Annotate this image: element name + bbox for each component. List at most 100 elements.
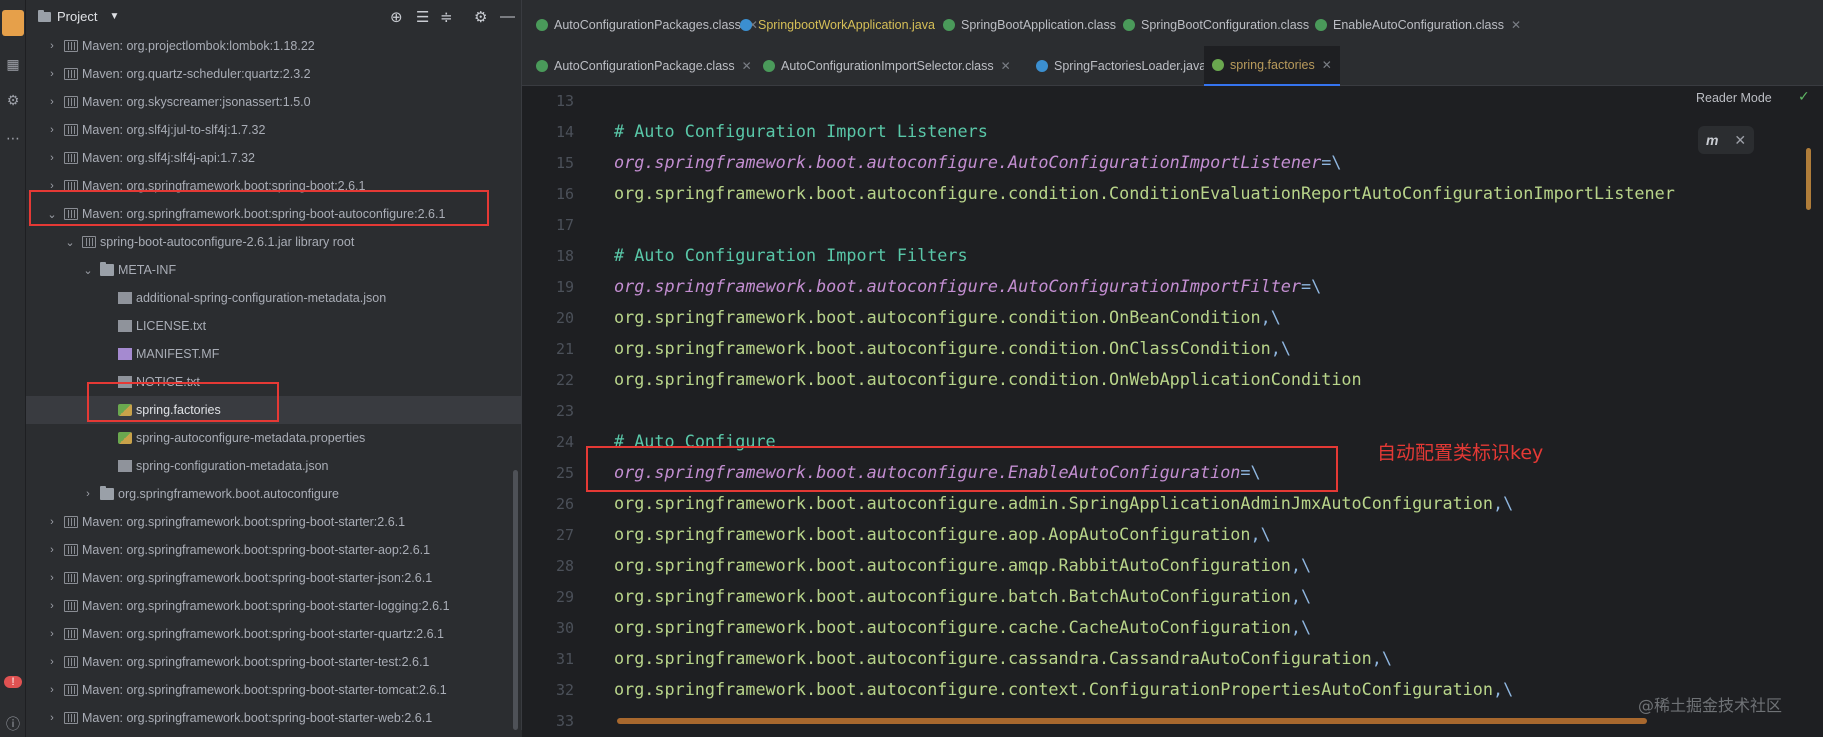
tree-item[interactable]: › Maven: org.springframework.boot:spring-… — [26, 592, 521, 620]
tab-label: SpringBootConfiguration.class — [1141, 18, 1310, 32]
close-icon[interactable]: ✕ — [1511, 18, 1521, 32]
project-tool-icon[interactable] — [2, 10, 24, 36]
tree-item[interactable]: ⌄ Maven: org.springframework.boot:spring-… — [26, 200, 521, 228]
lib-icon — [64, 544, 78, 556]
chevron-right-icon[interactable]: › — [46, 572, 58, 584]
hide-panel-icon[interactable]: — — [500, 8, 515, 25]
code-comment: # Auto Configuration Import Listeners — [614, 121, 988, 141]
tree-item[interactable]: › Maven: org.springframework.boot:spring-… — [26, 536, 521, 564]
tab-label: SpringBootApplication.class — [961, 18, 1116, 32]
chevron-right-icon[interactable]: › — [46, 516, 58, 528]
git-tool-icon[interactable]: ⚙ — [0, 92, 26, 109]
tree-item[interactable]: MANIFEST.MF — [26, 340, 521, 368]
editor-tab[interactable]: AutoConfigurationPackages.class ✕ — [528, 5, 766, 45]
chevron-down-icon[interactable]: ⌄ — [82, 264, 94, 277]
close-icon[interactable]: ✕ — [742, 59, 752, 73]
mf-icon — [118, 348, 132, 360]
editor-horizontal-scrollbar[interactable] — [617, 718, 1647, 724]
property-value: org.springframework.boot.autoconfigure.c… — [614, 369, 1362, 389]
editor-tab[interactable]: EnableAutoConfiguration.class ✕ — [1307, 5, 1529, 45]
chevron-down-icon[interactable]: ⌄ — [46, 208, 58, 221]
tree-item-label: Maven: org.skyscreamer:jsonassert:1.5.0 — [82, 95, 311, 109]
collapse-all-icon[interactable]: ≑ — [440, 8, 453, 26]
property-key: org.springframework.boot.autoconfigure.A… — [614, 152, 1322, 172]
editor-vertical-scrollbar[interactable] — [1806, 148, 1811, 210]
tree-item[interactable]: ⌄ META-INF — [26, 256, 521, 284]
tree-item[interactable]: › Maven: org.springframework.boot:spring-… — [26, 704, 521, 732]
gear-icon[interactable]: ⚙ — [474, 8, 487, 26]
more-tools-icon[interactable]: ⋯ — [0, 130, 26, 147]
lib-icon — [82, 236, 96, 248]
tree-item[interactable]: › Maven: org.springframework.boot:spring-… — [26, 620, 521, 648]
editor-tab[interactable]: SpringBootApplication.class✕ — [935, 5, 1141, 45]
close-icon[interactable]: ✕ — [1734, 132, 1746, 149]
chevron-right-icon[interactable]: › — [46, 600, 58, 612]
chevron-right-icon[interactable]: › — [46, 124, 58, 136]
code-operator: ,\ — [1270, 338, 1291, 358]
chevron-right-icon[interactable]: › — [46, 152, 58, 164]
tree-item[interactable]: › Maven: org.springframework.boot:spring-… — [26, 564, 521, 592]
code-operator: ,\ — [1250, 524, 1271, 544]
chevron-right-icon[interactable]: › — [46, 68, 58, 80]
editor-tab[interactable]: SpringBootConfiguration.class✕ — [1115, 5, 1334, 45]
editor-tab[interactable]: spring.factories ✕ — [1204, 46, 1340, 86]
editor-tab[interactable]: AutoConfigurationPackage.class ✕ — [528, 46, 760, 86]
editor-tab[interactable]: SpringbootWorkApplication.java✕ — [732, 5, 960, 45]
tree-item[interactable]: › org.springframework.boot.autoconfigure — [26, 480, 521, 508]
status-strip — [26, 730, 522, 737]
tree-item[interactable]: › Maven: org.springframework.boot:spring-… — [26, 172, 521, 200]
chevron-right-icon[interactable]: › — [46, 712, 58, 724]
expand-all-icon[interactable]: ☰ — [416, 8, 429, 26]
editor-tab[interactable]: AutoConfigurationImportSelector.class ✕ — [755, 46, 1019, 86]
chevron-right-icon[interactable]: › — [46, 180, 58, 192]
tree-item[interactable]: additional-spring-configuration-metadata… — [26, 284, 521, 312]
maven-reload-popup[interactable]: m ✕ — [1698, 126, 1754, 154]
structure-tool-icon[interactable]: ▦ — [0, 56, 26, 73]
tree-item[interactable]: NOTICE.txt — [26, 368, 521, 396]
code-line: org.springframework.boot.autoconfigure.c… — [614, 178, 1675, 209]
lib-icon — [64, 68, 78, 80]
tree-item[interactable]: spring-autoconfigure-metadata.properties — [26, 424, 521, 452]
tree-item[interactable]: › Maven: org.springframework.boot:spring-… — [26, 676, 521, 704]
close-icon[interactable]: ✕ — [1001, 59, 1011, 73]
property-value: org.springframework.boot.autoconfigure.c… — [614, 183, 1675, 203]
close-icon[interactable]: ✕ — [1322, 58, 1332, 72]
code-view[interactable]: # Auto Configuration Import Listeners org… — [614, 86, 1794, 726]
line-number: 29 — [555, 588, 574, 606]
tree-item[interactable]: › Maven: org.springframework.boot:spring-… — [26, 648, 521, 676]
chevron-right-icon[interactable]: › — [46, 684, 58, 696]
file-type-icon — [740, 19, 752, 31]
tree-item[interactable]: LICENSE.txt — [26, 312, 521, 340]
tree-item[interactable]: › Maven: org.projectlombok:lombok:1.18.22 — [26, 32, 521, 60]
chevron-right-icon[interactable]: › — [46, 96, 58, 108]
locate-file-icon[interactable]: ⊕ — [390, 8, 403, 26]
code-line: org.springframework.boot.autoconfigure.a… — [614, 519, 1271, 550]
tree-item[interactable]: › Maven: org.slf4j:jul-to-slf4j:1.7.32 — [26, 116, 521, 144]
tree-item[interactable]: spring-configuration-metadata.json — [26, 452, 521, 480]
tree-item[interactable]: › Maven: org.skyscreamer:jsonassert:1.5.0 — [26, 88, 521, 116]
code-line: # Auto Configure — [614, 426, 776, 457]
maven-reload-icon[interactable]: m — [1706, 132, 1718, 148]
chevron-right-icon[interactable]: › — [82, 488, 94, 500]
chevron-down-icon[interactable]: ⌄ — [64, 236, 76, 249]
tree-scrollbar[interactable] — [513, 470, 518, 730]
chevron-right-icon[interactable]: › — [46, 40, 58, 52]
tree-item[interactable]: ⌄ spring-boot-autoconfigure-2.6.1.jar lib… — [26, 228, 521, 256]
tree-item[interactable]: spring.factories — [26, 396, 521, 424]
file-type-icon — [536, 60, 548, 72]
tree-item[interactable]: › Maven: org.springframework.boot:spring-… — [26, 508, 521, 536]
notification-badge-icon[interactable]: ! — [4, 676, 22, 688]
tree-item[interactable]: › Maven: org.quartz-scheduler:quartz:2.3.… — [26, 60, 521, 88]
editor-tab[interactable]: SpringFactoriesLoader.java✕ — [1028, 46, 1231, 86]
property-key: org.springframework.boot.autoconfigure.E… — [614, 462, 1241, 482]
chevron-down-icon: ▼ — [109, 11, 120, 22]
project-view-selector[interactable]: Project ▼ — [38, 9, 119, 24]
chevron-right-icon[interactable]: › — [46, 628, 58, 640]
property-value: org.springframework.boot.autoconfigure.a… — [614, 555, 1291, 575]
chevron-right-icon[interactable]: › — [46, 656, 58, 668]
tree-item-label: Maven: org.springframework.boot:spring-b… — [82, 599, 450, 613]
tree-item[interactable]: › Maven: org.slf4j:slf4j-api:1.7.32 — [26, 144, 521, 172]
chevron-right-icon[interactable]: › — [46, 544, 58, 556]
reader-mode-toggle[interactable]: Reader Mode — [1696, 91, 1772, 105]
problems-tool-icon[interactable]: ⓘ — [0, 714, 26, 734]
